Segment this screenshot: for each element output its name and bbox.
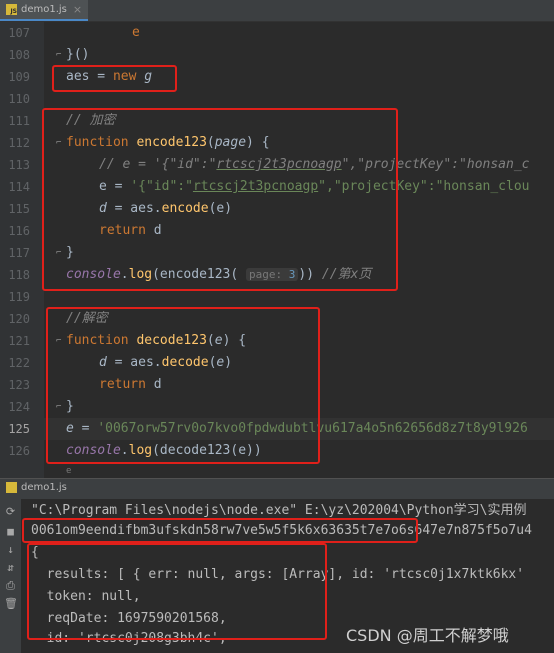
stop-icon[interactable]: ■ (4, 525, 17, 538)
line-number: 116 (8, 224, 30, 238)
run-tab-bar: demo1.js (0, 478, 554, 500)
line-number: 123 (8, 378, 30, 392)
line-number: 126 (8, 444, 30, 458)
code-line-108: }() (66, 47, 90, 62)
editor-tab-label: demo1.js (21, 4, 67, 15)
line-number: 120 (8, 312, 30, 326)
close-icon[interactable]: × (73, 3, 82, 16)
line-number: 110 (8, 92, 30, 106)
run-toolbar: ⟳ ■ ↓ ⇵ ⎙ 🗑 (0, 499, 21, 653)
line-number: 118 (8, 268, 30, 282)
editor-tab-demo1[interactable]: JS demo1.js × (0, 0, 89, 21)
line-number: 125 (8, 422, 30, 436)
watermark: CSDN @周工不解梦哦 (346, 626, 509, 645)
trash-icon[interactable]: 🗑 (4, 597, 18, 610)
line-number: 108 (8, 48, 30, 62)
annotation-box-encode (42, 108, 398, 291)
line-number: 119 (8, 290, 30, 304)
annotation-box-output (22, 518, 418, 543)
run-tab-demo1[interactable]: demo1.js (6, 482, 67, 493)
line-number: 109 (8, 70, 30, 84)
line-number: 112 (8, 136, 30, 150)
line-number: 114 (8, 180, 30, 194)
scroll-icon[interactable]: ⇵ (4, 561, 17, 574)
js-file-icon (6, 482, 17, 493)
js-file-icon: JS (6, 4, 17, 15)
step-icon[interactable]: ↓ (4, 543, 17, 556)
print-icon[interactable]: ⎙ (4, 579, 17, 592)
code-line-107: e (132, 25, 140, 40)
run-tab-label: demo1.js (21, 482, 67, 493)
line-number: 122 (8, 356, 30, 370)
line-number: 121 (8, 334, 30, 348)
line-number: 107 (8, 26, 30, 40)
annotation-box-aes (52, 65, 177, 92)
line-number: 111 (8, 114, 30, 128)
fold-icon[interactable]: ⌐ (56, 44, 61, 66)
line-number: 117 (8, 246, 30, 260)
line-number: 124 (8, 400, 30, 414)
rerun-icon[interactable]: ⟳ (4, 505, 17, 518)
line-number: 113 (8, 158, 30, 172)
annotation-box-result (27, 543, 327, 640)
annotation-box-decode (46, 307, 320, 464)
editor-tab-bar: JS demo1.js × (0, 0, 554, 22)
line-number: 115 (8, 202, 30, 216)
